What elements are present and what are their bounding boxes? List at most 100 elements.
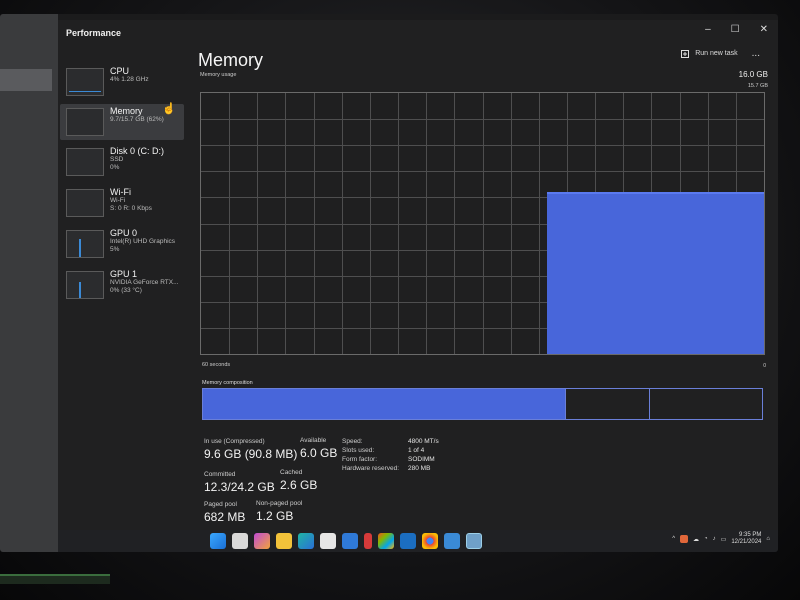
stat-committed: Committed 12.3/24.2 GB bbox=[204, 471, 275, 494]
tray-app-icon[interactable] bbox=[680, 535, 689, 543]
sidebar-item-name: Memory bbox=[110, 106, 143, 116]
sidebar-item-disk[interactable]: Disk 0 (C: D:) SSD 0% bbox=[60, 144, 184, 180]
stat-cached: Cached 2.6 GB bbox=[280, 469, 317, 492]
battery-icon[interactable]: ▭ bbox=[721, 536, 727, 543]
stat-value: 1.2 GB bbox=[256, 509, 294, 523]
file-explorer-icon[interactable] bbox=[276, 533, 292, 549]
volume-icon[interactable]: ♪ bbox=[713, 536, 716, 542]
property-row: Form factor: SODIMM bbox=[342, 456, 435, 463]
cpu-thumbnail bbox=[66, 68, 104, 96]
outlook-icon[interactable] bbox=[400, 533, 416, 549]
composition-standby bbox=[650, 389, 762, 419]
notification-bell-icon[interactable]: ⌂ bbox=[766, 536, 770, 542]
copilot-icon[interactable] bbox=[254, 533, 270, 549]
edge-icon[interactable] bbox=[298, 533, 314, 549]
sidebar-item-name: Wi-Fi bbox=[110, 187, 131, 197]
tray-overflow-icon[interactable]: ^ bbox=[672, 536, 675, 542]
background-window-strip bbox=[0, 14, 58, 552]
sidebar-item-name: CPU bbox=[110, 66, 130, 76]
notepad-icon[interactable] bbox=[320, 533, 336, 549]
clock[interactable]: 9:35 PM 12/21/2024 bbox=[731, 532, 761, 546]
clock-date: 12/21/2024 bbox=[731, 539, 762, 545]
stat-label: Non-paged pool bbox=[256, 500, 303, 507]
laptop-status-bar bbox=[0, 574, 110, 584]
pen-app-icon[interactable] bbox=[444, 533, 460, 549]
red-app-icon[interactable] bbox=[364, 533, 372, 549]
property-row: Hardware reserved: 280 MB bbox=[342, 465, 431, 472]
gpu1-thumbnail bbox=[66, 271, 104, 299]
memory-usage-current: 15.7 GB bbox=[747, 83, 768, 89]
memory-properties: Speed: 4800 MT/s Slots used: 1 of 4 Form f… bbox=[342, 438, 439, 474]
sidebar-item-cpu[interactable]: CPU 4% 1.28 GHz bbox=[60, 64, 184, 100]
property-row: Speed: 4800 MT/s bbox=[342, 438, 439, 445]
sidebar-item-detail-2: 0% bbox=[110, 164, 120, 171]
graph-gridline-horizontal bbox=[201, 119, 764, 120]
taskbar-apps bbox=[210, 533, 482, 549]
stat-label: Paged pool bbox=[204, 501, 237, 508]
memory-stats: In use (Compressed) 9.6 GB (90.8 MB) Ava… bbox=[204, 437, 624, 538]
sidebar-item-detail-2: S: 0 R: 0 Kbps bbox=[110, 205, 152, 212]
memory-thumbnail bbox=[66, 108, 104, 136]
stat-label: Committed bbox=[204, 471, 236, 478]
gpu1-thumb-spike bbox=[78, 282, 81, 298]
wifi-thumbnail bbox=[66, 189, 104, 217]
memory-usage-graph bbox=[200, 92, 765, 355]
sidebar-item-detail: 9.7/15.7 GB (62%) bbox=[110, 116, 164, 123]
sidebar-item-gpu1[interactable]: GPU 1 NVIDIA GeForce RTX... 0% (33 °C) bbox=[60, 267, 184, 303]
clock-time: 9:35 PM bbox=[739, 532, 762, 538]
graph-gridline-horizontal bbox=[201, 171, 764, 172]
memory-panel: Memory Memory usage 16.0 GB 15.7 GB 60 s… bbox=[198, 50, 768, 530]
sidebar-item-name: GPU 0 bbox=[110, 228, 138, 238]
calendar-icon[interactable] bbox=[342, 533, 358, 549]
sidebar-item-detail-2: 5% bbox=[110, 246, 120, 253]
memory-composition-label: Memory composition bbox=[202, 380, 253, 386]
wifi-icon[interactable]: ◔ bbox=[704, 536, 708, 542]
sidebar-item-name: Disk 0 (C: D:) bbox=[110, 146, 164, 156]
screen: Performance – ☐ ✕ Run new task ... CPU 4… bbox=[0, 14, 778, 552]
maximize-button[interactable]: ☐ bbox=[731, 24, 740, 35]
window-title: Performance bbox=[66, 28, 122, 38]
sidebar-item-detail: 4% 1.28 GHz bbox=[110, 76, 149, 83]
sidebar-item-name: GPU 1 bbox=[110, 269, 138, 279]
stat-available: Available 6.0 GB bbox=[300, 437, 337, 460]
performance-sidebar: CPU 4% 1.28 GHz Memory 9.7/15.7 GB (62%)… bbox=[58, 64, 184, 524]
system-tray: ^ ☁ ◔ ♪ ▭ 9:35 PM 12/21/2024 ⌂ bbox=[672, 532, 770, 546]
stat-label: Available bbox=[300, 437, 327, 444]
stat-in-use: In use (Compressed) 9.6 GB (90.8 MB) bbox=[204, 438, 297, 461]
stat-nonpaged-pool: Non-paged pool 1.2 GB bbox=[256, 500, 302, 523]
stat-value: 682 MB bbox=[204, 510, 246, 524]
store-icon[interactable] bbox=[378, 533, 394, 549]
composition-in-use bbox=[203, 389, 566, 419]
composition-modified bbox=[566, 389, 650, 419]
stat-value: 6.0 GB bbox=[300, 446, 338, 460]
title-bar: Performance – ☐ ✕ bbox=[58, 20, 778, 46]
memory-usage-fill bbox=[547, 192, 764, 354]
stat-value: 9.6 GB (90.8 MB) bbox=[204, 447, 298, 461]
sidebar-item-gpu0[interactable]: GPU 0 Intel(R) UHD Graphics 5% bbox=[60, 226, 184, 262]
cpu-thumb-line bbox=[69, 91, 101, 92]
mouse-cursor: ☝ bbox=[162, 103, 176, 115]
task-manager-icon[interactable] bbox=[466, 533, 482, 549]
memory-usage-label: Memory usage bbox=[200, 72, 237, 78]
stat-value: 12.3/24.2 GB bbox=[204, 480, 275, 494]
start-icon[interactable] bbox=[210, 533, 226, 549]
graph-gridline-horizontal bbox=[201, 145, 764, 146]
gpu0-thumbnail bbox=[66, 230, 104, 258]
task-manager-window: Performance – ☐ ✕ Run new task ... CPU 4… bbox=[58, 20, 778, 532]
widgets-icon[interactable] bbox=[232, 533, 248, 549]
stat-label: Cached bbox=[280, 469, 303, 476]
window-controls: – ☐ ✕ bbox=[705, 24, 768, 35]
sidebar-item-wifi[interactable]: Wi-Fi Wi-Fi S: 0 R: 0 Kbps bbox=[60, 185, 184, 221]
graph-zero-label: 0 bbox=[763, 363, 766, 369]
background-selected-row bbox=[0, 69, 52, 91]
chrome-icon[interactable] bbox=[422, 533, 438, 549]
stat-paged-pool: Paged pool 682 MB bbox=[204, 501, 245, 524]
minimize-button[interactable]: – bbox=[705, 24, 711, 35]
page-title: Memory bbox=[198, 50, 264, 70]
gpu0-thumb-spike bbox=[78, 238, 81, 257]
memory-composition-bar bbox=[202, 388, 763, 420]
stat-value: 2.6 GB bbox=[280, 478, 318, 492]
close-button[interactable]: ✕ bbox=[760, 24, 768, 35]
cloud-icon[interactable]: ☁ bbox=[693, 536, 699, 543]
taskbar: ^ ☁ ◔ ♪ ▭ 9:35 PM 12/21/2024 ⌂ bbox=[58, 530, 778, 552]
